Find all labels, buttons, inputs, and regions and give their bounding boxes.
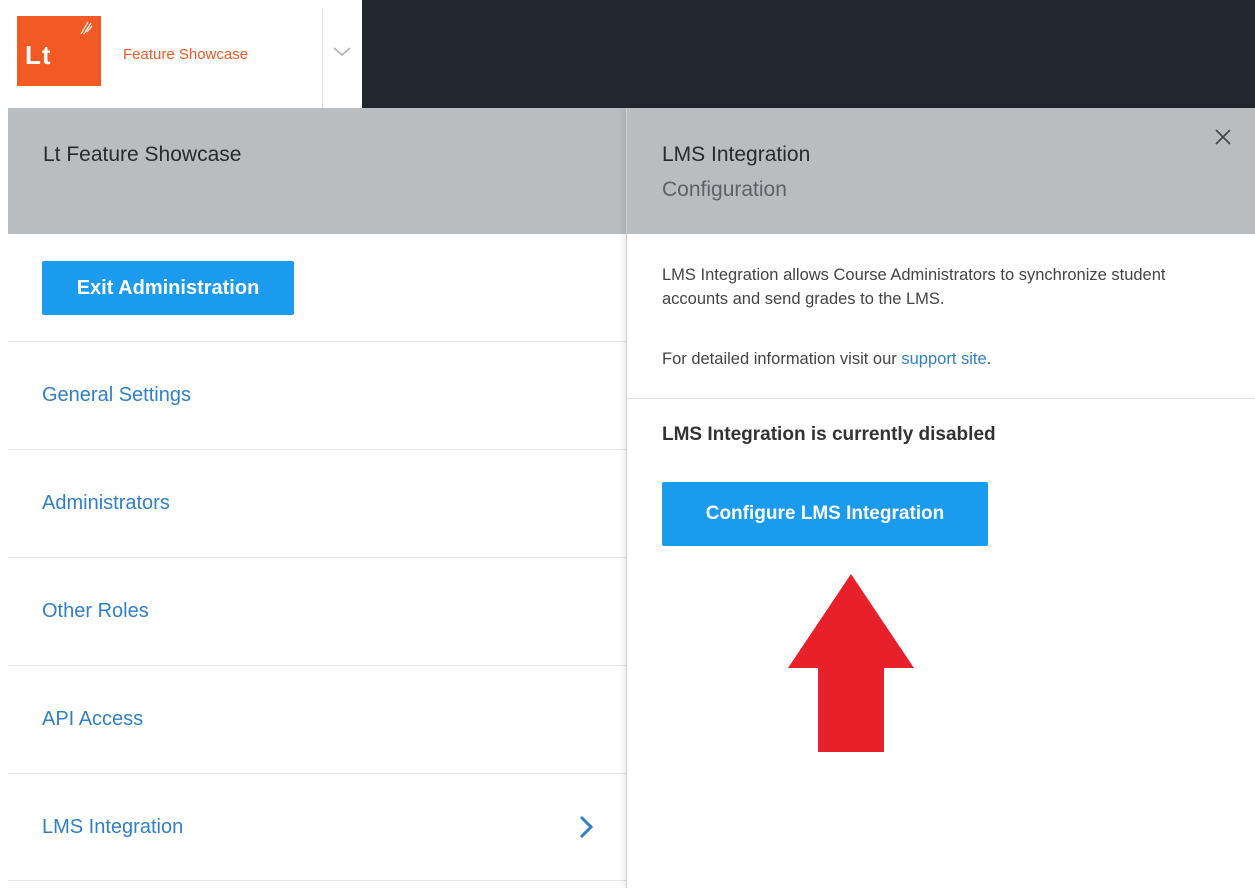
nav-item-lms-integration[interactable]: LMS Integration — [8, 773, 626, 881]
nav-item-label: General Settings — [42, 384, 191, 406]
lms-integration-panel: LMS Integration Configuration LMS Integr… — [626, 108, 1255, 888]
nav-item-label: API Access — [42, 708, 144, 730]
brand-name: Feature Showcase — [123, 46, 249, 63]
integration-status: LMS Integration is currently disabled — [662, 424, 996, 445]
logo-text: Lt — [25, 40, 52, 70]
support-prefix: For detailed information visit our — [662, 350, 897, 368]
configure-lms-integration-button[interactable]: Configure LMS Integration — [662, 482, 988, 546]
settings-nav: General Settings Administrators Other Ro… — [8, 341, 626, 881]
exit-administration-button[interactable]: Exit Administration — [42, 261, 294, 315]
topbar-divider — [322, 8, 323, 108]
nav-item-label: Other Roles — [42, 600, 149, 622]
nav-item-general-settings[interactable]: General Settings — [8, 341, 626, 449]
nav-item-label: LMS Integration — [42, 815, 184, 838]
panel-title: LMS Integration — [662, 143, 811, 166]
support-suffix: . — [986, 350, 992, 368]
logo-spark-icon — [79, 20, 93, 39]
panel-subtitle: Configuration — [662, 178, 787, 201]
right-panel-header: LMS Integration Configuration — [627, 108, 1255, 234]
support-site-link[interactable]: support site — [901, 350, 986, 368]
up-arrow-icon — [786, 574, 916, 754]
support-info: For detailed information visit our suppo… — [662, 350, 991, 369]
nav-item-label: Administrators — [42, 492, 170, 514]
left-panel-header: Lt Feature Showcase — [8, 108, 626, 234]
close-icon[interactable] — [1212, 126, 1234, 148]
nav-item-other-roles[interactable]: Other Roles — [8, 557, 626, 665]
topbar: Lt Feature Showcase — [0, 0, 362, 108]
section-divider — [627, 398, 1255, 399]
left-panel-title: Lt Feature Showcase — [43, 143, 242, 166]
topbar-dark-area — [362, 0, 1255, 108]
integration-description: LMS Integration allows Course Administra… — [662, 266, 1166, 308]
nav-item-administrators[interactable]: Administrators — [8, 449, 626, 557]
chevron-down-icon[interactable] — [330, 40, 354, 64]
logo[interactable]: Lt — [17, 16, 101, 86]
nav-item-api-access[interactable]: API Access — [8, 665, 626, 773]
chevron-right-icon — [576, 813, 596, 841]
